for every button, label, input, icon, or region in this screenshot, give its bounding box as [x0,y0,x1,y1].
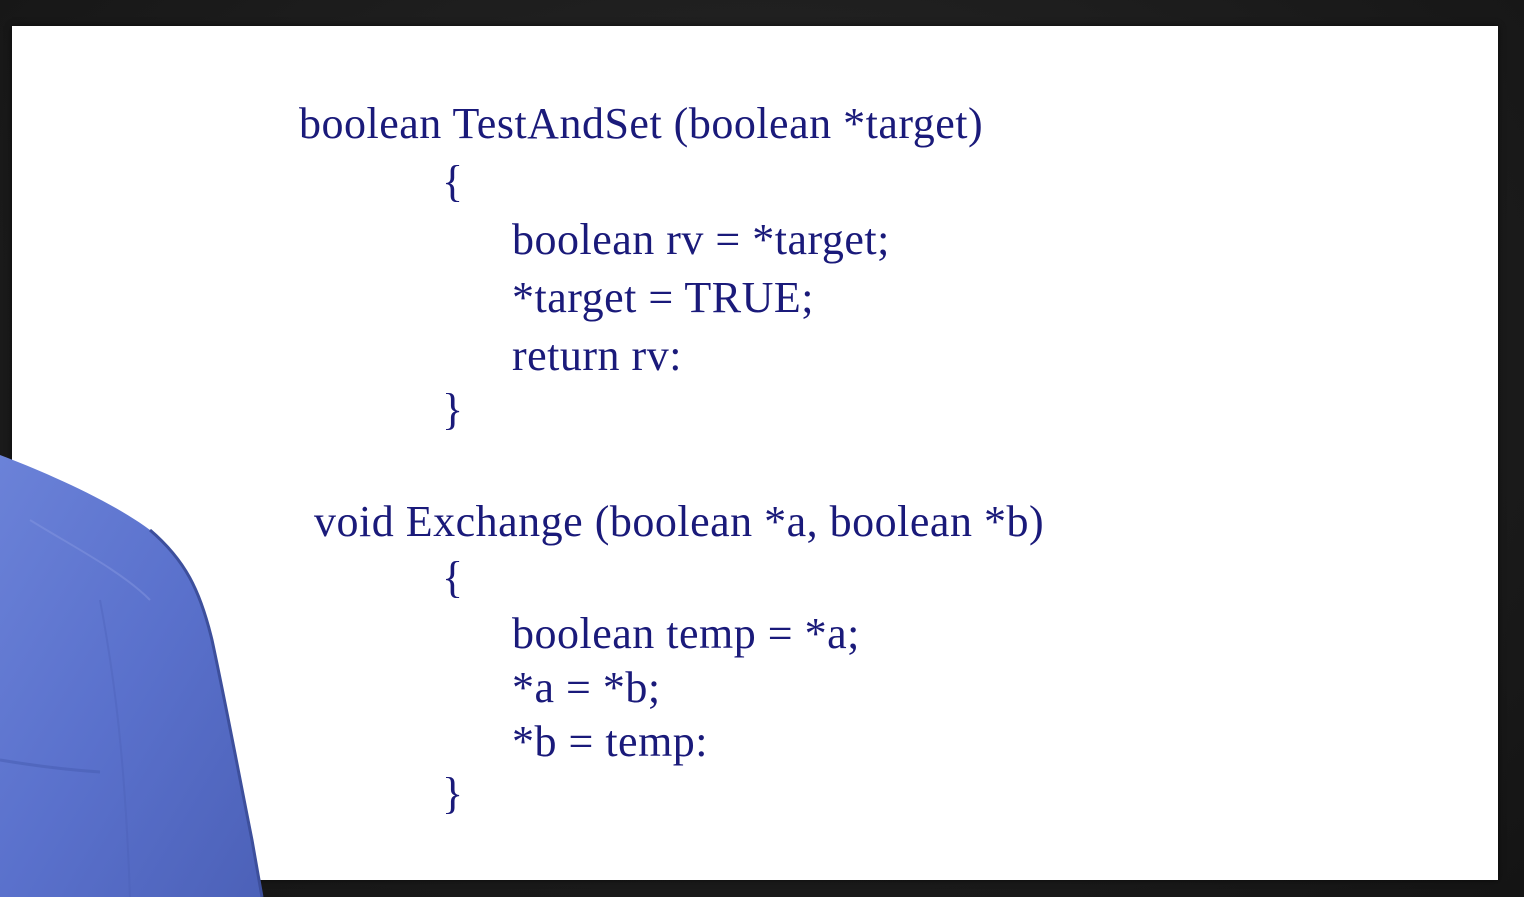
exchange-line-1: boolean temp = *a; [512,609,860,658]
exchange-signature: void Exchange (boolean *a, boolean *b) [314,497,1045,546]
code-slide: boolean TestAndSet (boolean *target) { b… [12,26,1498,880]
testandset-line-1: boolean rv = *target; [512,215,890,264]
testandset-line-2: *target = TRUE; [512,273,814,322]
testandset-close-brace: } [442,385,464,434]
testandset-open-brace: { [442,157,464,206]
video-frame: boolean TestAndSet (boolean *target) { b… [0,0,1524,897]
testandset-line-3: return rv: [512,331,682,380]
testandset-signature: boolean TestAndSet (boolean *target) [299,99,984,148]
exchange-line-2: *a = *b; [512,663,661,712]
exchange-open-brace: { [442,553,464,602]
exchange-line-3: *b = temp: [512,717,709,766]
exchange-close-brace: } [442,769,464,818]
